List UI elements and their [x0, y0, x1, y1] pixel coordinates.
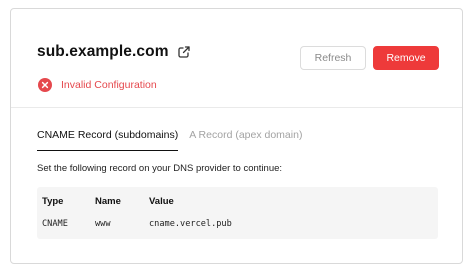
tab-a-record[interactable]: A Record (apex domain) — [189, 129, 302, 151]
column-header-value: Value — [149, 196, 174, 207]
domain-row: sub.example.com — [37, 43, 191, 61]
dns-record-table: Type Name Value CNAME www cname.vercel.p… — [37, 187, 438, 239]
column-header-type: Type — [42, 196, 64, 207]
status-text: Invalid Configuration — [61, 79, 157, 91]
error-circle-icon — [38, 78, 52, 92]
instructions-text: Set the following record on your DNS pro… — [37, 163, 283, 174]
domain-name: sub.example.com — [37, 43, 169, 60]
external-link-icon[interactable] — [177, 45, 191, 59]
record-tabs: CNAME Record (subdomains) A Record (apex… — [37, 129, 302, 151]
domain-card: sub.example.com Invalid Configuration Re… — [10, 8, 463, 264]
record-name: www — [95, 219, 111, 229]
tab-cname-record[interactable]: CNAME Record (subdomains) — [37, 129, 179, 151]
record-value: cname.vercel.pub — [149, 219, 232, 229]
refresh-button[interactable]: Refresh — [300, 46, 366, 70]
column-header-name: Name — [95, 196, 121, 207]
divider — [11, 107, 462, 108]
record-type: CNAME — [42, 219, 68, 229]
domain-header: sub.example.com Invalid Configuration Re… — [11, 9, 462, 107]
remove-button[interactable]: Remove — [373, 46, 439, 70]
status-row: Invalid Configuration — [38, 78, 157, 92]
